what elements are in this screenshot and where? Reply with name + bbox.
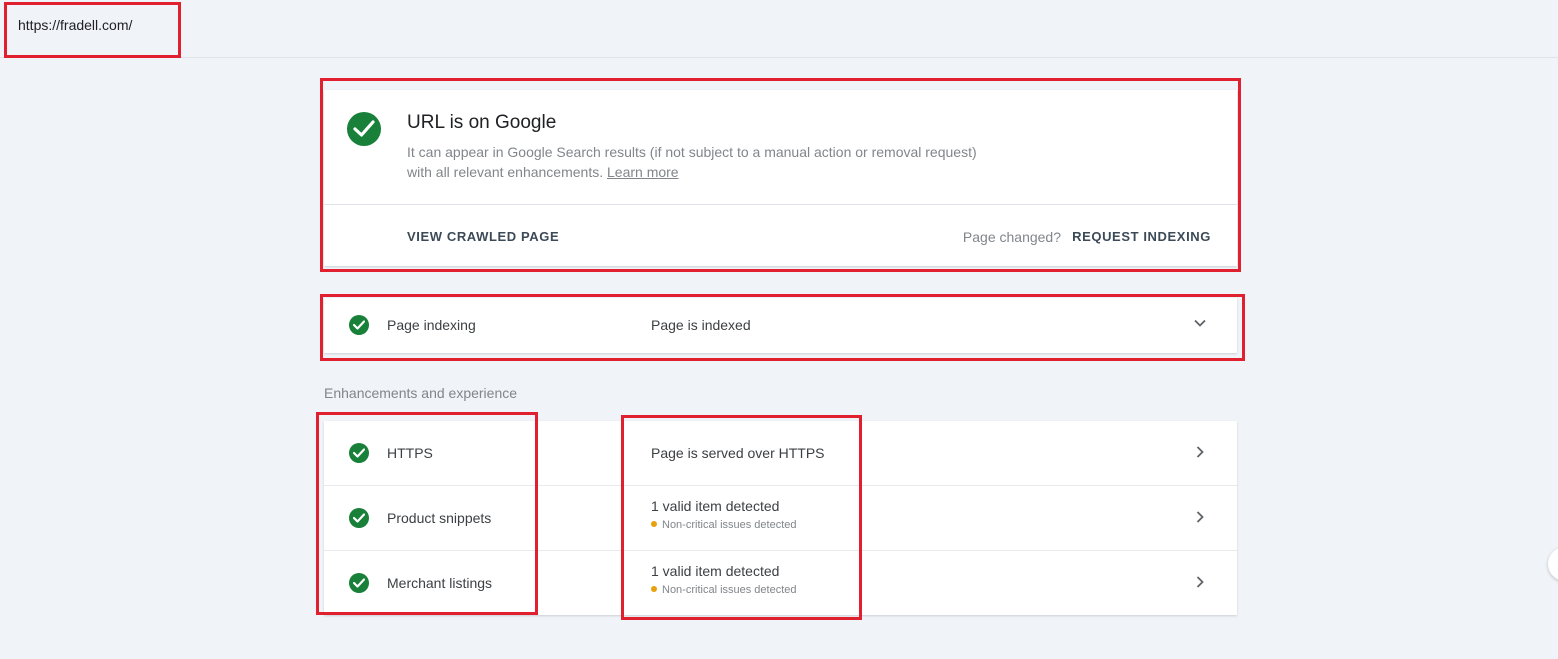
page-changed-label: Page changed? [962,229,1061,245]
enhancements-card: HTTPS Page is served over HTTPS Product … [324,421,1237,615]
enhancement-label: Product snippets [387,510,492,526]
page-indexing-value: Page is indexed [651,317,751,333]
enhancement-value: 1 valid item detected [651,498,780,514]
chevron-right-icon[interactable] [1193,445,1207,464]
divider [324,204,1237,205]
enhancement-row-merchant-listings[interactable]: Merchant listings 1 valid item detected … [324,551,1237,616]
enhancement-warning-text: Non-critical issues detected [662,584,797,596]
check-circle-icon [349,443,369,463]
chevron-down-icon[interactable] [1193,316,1207,335]
status-description-text: It can appear in Google Search results (… [407,144,977,180]
enhancement-label: Merchant listings [387,575,493,591]
enhancement-value: Page is served over HTTPS [651,445,825,461]
chevron-right-icon[interactable] [1193,575,1207,594]
request-indexing-button[interactable]: REQUEST INDEXING [1072,229,1211,244]
url-status-card: URL is on Google It can appear in Google… [324,90,1237,266]
check-circle-icon [347,112,381,146]
url-bar: https://fradell.com/ [0,0,1558,58]
section-heading: Enhancements and experience [324,385,518,401]
enhancement-warning: Non-critical issues detected [651,584,797,596]
enhancement-row-product-snippets[interactable]: Product snippets 1 valid item detected N… [324,486,1237,551]
status-description: It can appear in Google Search results (… [407,142,977,182]
learn-more-link[interactable]: Learn more [607,164,679,180]
warning-dot-icon [651,586,657,592]
inspected-url: https://fradell.com/ [18,17,133,33]
enhancement-warning-text: Non-critical issues detected [662,519,797,531]
chevron-right-icon[interactable] [1193,510,1207,529]
check-circle-icon [349,508,369,528]
enhancement-label: HTTPS [387,445,433,461]
enhancement-row-https[interactable]: HTTPS Page is served over HTTPS [324,421,1237,486]
floating-action-button[interactable] [1548,547,1558,581]
check-circle-icon [349,315,369,335]
page-indexing-label: Page indexing [387,317,476,333]
view-crawled-page-button[interactable]: VIEW CRAWLED PAGE [407,229,559,244]
enhancement-warning: Non-critical issues detected [651,519,797,531]
warning-dot-icon [651,521,657,527]
check-circle-icon [349,573,369,593]
page-indexing-row[interactable]: Page indexing Page is indexed [324,298,1237,353]
enhancement-value: 1 valid item detected [651,563,780,579]
status-title: URL is on Google [407,112,557,133]
